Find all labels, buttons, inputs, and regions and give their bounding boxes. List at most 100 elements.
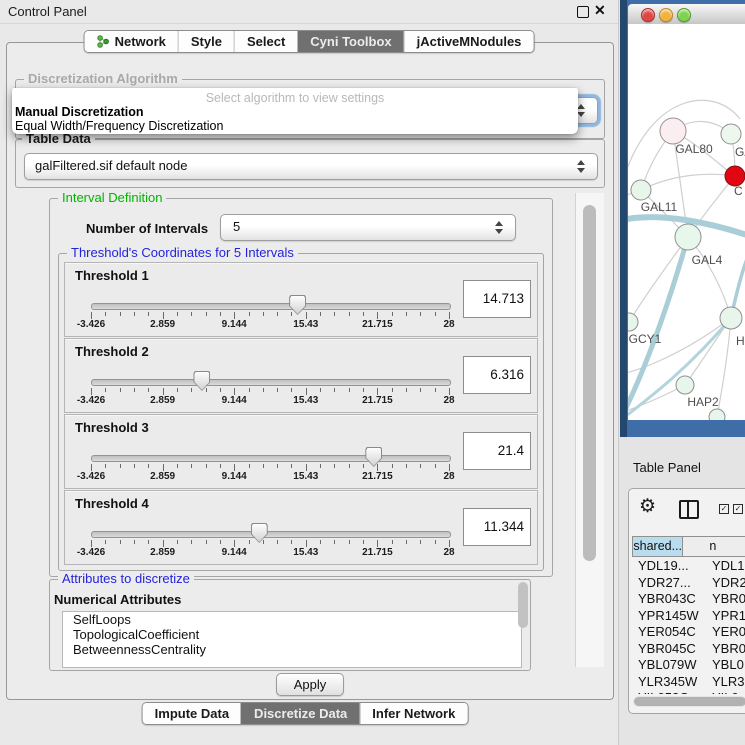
float-window-icon[interactable] (577, 6, 589, 18)
network-node[interactable] (660, 118, 686, 144)
tab-impute-data[interactable]: Impute Data (143, 703, 241, 724)
attribute-list-item[interactable]: BetweennessCentrality (63, 642, 521, 657)
attribute-list-item[interactable]: TopologicalCoefficient (63, 627, 521, 642)
cell-shared-name: YBR045C (632, 641, 712, 656)
network-canvas[interactable]: GAL80GAGAL11CGAL4GCY1HHAP2 (628, 24, 745, 420)
minimize-traffic-light-icon[interactable] (659, 8, 673, 22)
algorithm-option[interactable]: Equal Width/Frequency Discretization (12, 119, 578, 133)
network-edge[interactable] (629, 237, 688, 322)
table-row[interactable]: YBR045CYBR0 (632, 641, 745, 658)
table-row[interactable]: YER054CYER0 (632, 624, 745, 641)
threshold-value-field[interactable]: 6.316 (463, 356, 531, 394)
tick-label: 2.859 (150, 547, 175, 558)
tab-label: Select (247, 34, 285, 49)
num-intervals-combo[interactable]: 5 (220, 214, 516, 241)
threshold-label: Threshold 3 (75, 420, 149, 435)
algorithm-dropdown-popup: Select algorithm to view settings Manual… (12, 88, 578, 134)
table-row[interactable]: YDL19...YDL1 (632, 558, 745, 575)
tab-network[interactable]: Network (85, 31, 178, 52)
top-tab-bar: Network Style Select Cyni Toolbox jActiveMNo… (84, 30, 535, 53)
interval-definition-group: Interval Definition Number of Intervals … (49, 198, 553, 577)
cell-name: YDR2 (712, 575, 745, 590)
network-node-label: GAL4 (692, 253, 723, 267)
table-hscrollbar-thumb[interactable] (634, 697, 745, 706)
column-header-shared-name[interactable]: shared... (632, 536, 683, 557)
network-edge[interactable] (641, 174, 735, 190)
slider-track[interactable] (91, 379, 451, 386)
tab-label: Impute Data (155, 706, 229, 721)
slider-track[interactable] (91, 531, 451, 538)
threshold-panel: Threshold 4-3.4262.8599.14415.4321.71528… (64, 490, 538, 565)
tab-infer-network[interactable]: Infer Network (359, 703, 467, 724)
tab-jactivemnodules[interactable]: jActiveMNodules (404, 31, 534, 52)
network-node-label: C (734, 184, 743, 198)
zoom-traffic-light-icon[interactable] (677, 8, 691, 22)
attributes-list[interactable]: SelfLoopsTopologicalCoefficientBetweenne… (62, 611, 522, 668)
network-node[interactable] (709, 409, 725, 420)
tick-label: 28 (443, 319, 454, 330)
checkbox-icon[interactable]: ✓ (719, 504, 729, 514)
table-hscrollbar-track[interactable] (633, 696, 745, 707)
tick-label: -3.426 (77, 547, 105, 558)
slider-tick-labels: -3.4262.8599.14415.4321.71528 (91, 319, 449, 331)
tick-label: 21.715 (362, 547, 393, 558)
table-data-combo-value: galFiltered.sif default node (35, 158, 187, 173)
threshold-value-field[interactable]: 21.4 (463, 432, 531, 470)
cell-name: YBR0 (712, 591, 745, 606)
network-icon (97, 35, 110, 48)
table-row[interactable]: YDR27...YDR2 (632, 575, 745, 592)
apply-button[interactable]: Apply (276, 673, 344, 696)
tab-label: jActiveMNodules (417, 34, 522, 49)
threshold-panel: Threshold 1-3.4262.8599.14415.4321.71528… (64, 262, 538, 337)
close-traffic-light-icon[interactable] (641, 8, 655, 22)
tick-label: 9.144 (222, 395, 247, 406)
tick-label: 21.715 (362, 319, 393, 330)
cell-shared-name: YDL19... (632, 558, 712, 573)
cell-shared-name: YER054C (632, 624, 712, 639)
attribute-list-item[interactable]: SelfLoops (63, 612, 521, 627)
tab-select[interactable]: Select (234, 31, 297, 52)
close-icon[interactable]: ✕ (594, 2, 606, 19)
algorithm-group-title: Discretization Algorithm (24, 72, 182, 86)
network-node[interactable] (720, 307, 742, 329)
algorithm-option[interactable]: Manual Discretization (12, 105, 578, 119)
gear-icon[interactable]: ⚙ (639, 495, 656, 518)
table-row[interactable]: YIL052CYIL0 (632, 690, 745, 694)
column-header-name[interactable]: n (683, 536, 745, 557)
slider-track[interactable] (91, 455, 451, 462)
cell-name: YER0 (712, 624, 745, 639)
slider-tick-labels: -3.4262.8599.14415.4321.71528 (91, 395, 449, 407)
checkbox-icon[interactable]: ✓ (733, 504, 743, 514)
threshold-value-field[interactable]: 11.344 (463, 508, 531, 546)
network-edge[interactable] (688, 237, 731, 318)
panel-scrollbar-thumb[interactable] (583, 205, 596, 561)
table-row[interactable]: YBL079WYBL0 (632, 657, 745, 674)
cell-shared-name: YIL052C (632, 690, 712, 694)
tab-cyni-toolbox[interactable]: Cyni Toolbox (297, 31, 403, 52)
tab-label: Network (115, 34, 166, 49)
spinner-arrows-icon (576, 159, 585, 174)
tab-style[interactable]: Style (178, 31, 234, 52)
network-node[interactable] (725, 166, 745, 186)
thresholds-group-title: Threshold's Coordinates for 5 Intervals (67, 246, 298, 260)
network-window-titlebar (628, 4, 745, 25)
network-node[interactable] (675, 224, 701, 250)
table-row[interactable]: YPR145WYPR1 (632, 608, 745, 625)
network-node[interactable] (676, 376, 694, 394)
network-node[interactable] (631, 180, 651, 200)
network-node[interactable] (628, 313, 638, 331)
threshold-value-field[interactable]: 14.713 (463, 280, 531, 318)
network-node-label: HAP2 (687, 395, 719, 409)
cell-name: YDL1 (712, 558, 745, 573)
app-root: Control Panel ✕ NetworkStyleSelectCyni T… (0, 0, 745, 745)
table-row[interactable]: YBR043CYBR0 (632, 591, 745, 608)
table-row[interactable]: YLR345WYLR3 (632, 674, 745, 691)
table-data-combo[interactable]: galFiltered.sif default node (24, 153, 598, 180)
split-panel-icon[interactable] (679, 500, 699, 519)
network-node[interactable] (721, 124, 741, 144)
tab-discretize-data[interactable]: Discretize Data (241, 703, 359, 724)
table-panel-title: Table Panel (633, 460, 701, 475)
panel-scrollbar-track[interactable] (575, 193, 604, 667)
slider-track[interactable] (91, 303, 451, 310)
attributes-scrollbar-thumb[interactable] (518, 582, 528, 628)
